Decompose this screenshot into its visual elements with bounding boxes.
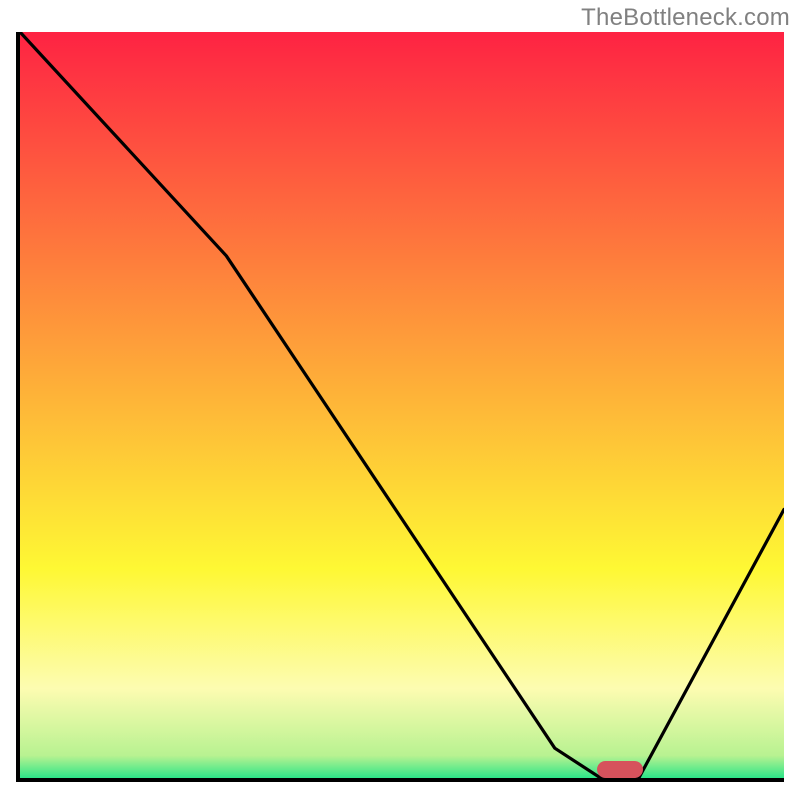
plot-area	[20, 32, 784, 778]
watermark-text: TheBottleneck.com	[581, 4, 790, 32]
optimal-marker	[597, 761, 643, 778]
chart-container: TheBottleneck.com	[0, 0, 800, 800]
bottleneck-curve	[20, 32, 784, 778]
